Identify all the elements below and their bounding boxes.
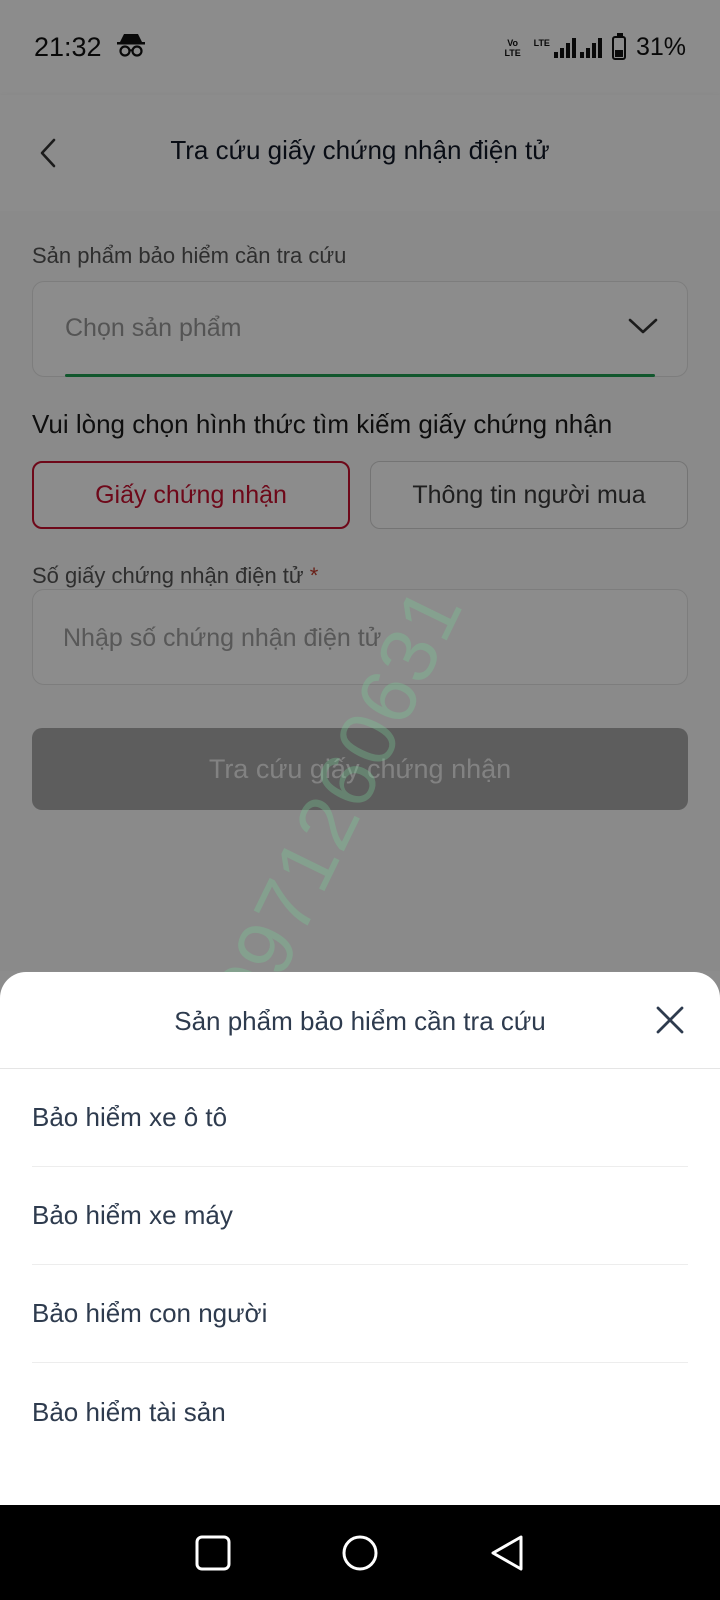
recents-square-icon (195, 1535, 231, 1570)
home-button[interactable] (330, 1523, 390, 1583)
recents-button[interactable] (183, 1523, 243, 1583)
back-triangle-icon (491, 1535, 523, 1570)
product-bottom-sheet: Sản phẩm bảo hiểm cần tra cứu Bảo hiểm x… (0, 972, 720, 1505)
option-property-insurance[interactable]: Bảo hiểm tài sản (32, 1363, 688, 1461)
sheet-header: Sản phẩm bảo hiểm cần tra cứu (0, 972, 720, 1069)
home-circle-icon (342, 1535, 378, 1570)
option-motorbike-insurance[interactable]: Bảo hiểm xe máy (32, 1167, 688, 1265)
option-personal-insurance[interactable]: Bảo hiểm con người (32, 1265, 688, 1363)
close-button[interactable] (648, 998, 692, 1042)
close-icon (656, 1006, 684, 1034)
system-nav-bar (0, 1505, 720, 1600)
sheet-title: Sản phẩm bảo hiểm cần tra cứu (174, 1006, 546, 1036)
back-nav-button[interactable] (477, 1523, 537, 1583)
option-car-insurance[interactable]: Bảo hiểm xe ô tô (32, 1069, 688, 1167)
